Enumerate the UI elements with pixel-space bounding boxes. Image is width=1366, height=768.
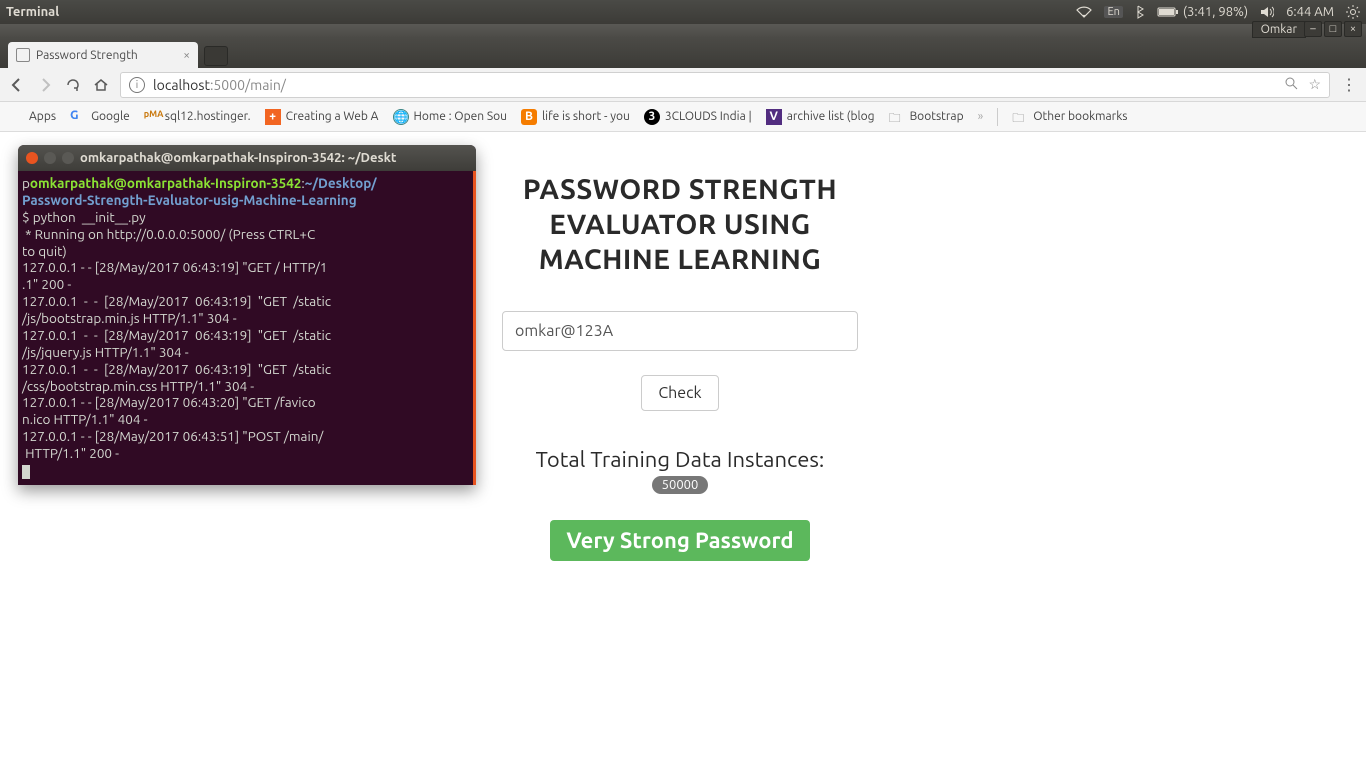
reload-button[interactable] — [64, 76, 82, 94]
bookmark-bootstrap-folder[interactable]: 🗀Bootstrap — [889, 109, 964, 125]
training-data-label: Total Training Data Instances: — [495, 447, 865, 472]
zoom-icon[interactable] — [1284, 76, 1298, 93]
term-line: /css/bootstrap.min.css HTTP/1.1" 304 - — [22, 378, 254, 394]
term-line: $ python __init__.py — [22, 209, 146, 225]
tab-close-icon[interactable]: × — [183, 49, 190, 62]
password-app: PASSWORD STRENGTH EVALUATOR USING MACHIN… — [495, 172, 865, 561]
term-line: 127.0.0.1 - - [28/May/2017 06:43:19] "GE… — [22, 327, 331, 343]
window-titlebar: Omkar – □ × — [0, 24, 1366, 38]
term-line: 127.0.0.1 - - [28/May/2017 06:43:19] "GE… — [22, 361, 331, 377]
term-line: 127.0.0.1 - - [28/May/2017 06:43:20] "GE… — [22, 394, 316, 410]
home-button[interactable] — [92, 76, 110, 94]
term-line: HTTP/1.1" 200 - — [22, 445, 119, 461]
term-line: to quit) — [22, 243, 67, 259]
gear-icon[interactable] — [1346, 5, 1360, 19]
bookmark-overflow[interactable]: » — [978, 110, 984, 123]
other-bookmarks[interactable]: 🗀Other bookmarks — [1012, 109, 1127, 125]
clock[interactable]: 6:44 AM — [1286, 5, 1334, 19]
star-icon[interactable]: ☆ — [1308, 76, 1321, 93]
term-line: 127.0.0.1 - - [28/May/2017 06:43:51] "PO… — [22, 428, 323, 444]
password-input[interactable] — [502, 311, 858, 351]
url-path: :5000/main/ — [210, 77, 286, 93]
bookmark-apps[interactable]: Apps — [8, 109, 56, 125]
system-indicators: En (3:41, 98%) 6:44 AM — [1076, 5, 1360, 19]
term-max-icon[interactable] — [62, 152, 74, 164]
term-line: .1" 200 - — [22, 276, 71, 292]
window-minimize[interactable]: – — [1304, 21, 1322, 37]
window-close[interactable]: × — [1344, 21, 1362, 37]
window-maximize[interactable]: □ — [1324, 21, 1342, 37]
term-min-icon[interactable] — [44, 152, 56, 164]
strength-result: Very Strong Password — [550, 520, 809, 561]
training-data-value: 50000 — [652, 476, 709, 494]
browser-tab[interactable]: Password Strength × — [8, 42, 198, 68]
wifi-icon[interactable] — [1076, 6, 1092, 18]
bookmarks-bar: Apps GGoogle pMAsql12.hostinger. +Creati… — [0, 102, 1366, 132]
term-line: * Running on http://0.0.0.0:5000/ (Press… — [22, 226, 315, 242]
tab-title: Password Strength — [36, 49, 138, 62]
bookmark-google[interactable]: GGoogle — [70, 109, 130, 125]
volume-icon[interactable] — [1260, 6, 1274, 18]
active-app-title[interactable]: Terminal — [6, 5, 59, 19]
terminal-window[interactable]: omkarpathak@omkarpathak-Inspiron-3542: ~… — [18, 145, 476, 485]
bookmark-3clouds[interactable]: 33CLOUDS India | — [644, 109, 752, 125]
tab-strip: Password Strength × — [0, 38, 1366, 68]
new-tab-button[interactable] — [204, 46, 228, 66]
bookmark-archive-list[interactable]: Varchive list (blog — [766, 109, 875, 125]
bookmark-creating-web[interactable]: +Creating a Web A — [265, 109, 379, 125]
url-host: localhost — [153, 77, 210, 93]
term-line: 127.0.0.1 - - [28/May/2017 06:43:19] "GE… — [22, 293, 331, 309]
bookmark-life-short[interactable]: Blife is short - you — [521, 109, 630, 125]
terminal-cursor — [22, 465, 30, 479]
browser-toolbar: i localhost:5000/main/ ☆ ⋮ — [0, 68, 1366, 102]
terminal-body[interactable]: pomkarpathak@omkarpathak-Inspiron-3542:~… — [18, 171, 476, 485]
term-line: 127.0.0.1 - - [28/May/2017 06:43:19] "GE… — [22, 259, 327, 275]
bookmark-divider — [997, 108, 998, 126]
menu-icon[interactable]: ⋮ — [1340, 76, 1358, 94]
back-button[interactable] — [8, 76, 26, 94]
term-line: n.ico HTTP/1.1" 404 - — [22, 411, 147, 427]
terminal-title-text: omkarpathak@omkarpathak-Inspiron-3542: ~… — [80, 151, 396, 165]
battery-indicator[interactable]: (3:41, 98%) — [1157, 5, 1248, 19]
term-close-icon[interactable] — [26, 152, 38, 164]
check-button[interactable]: Check — [641, 375, 718, 411]
chrome-profile[interactable]: Omkar — [1252, 21, 1306, 38]
terminal-titlebar[interactable]: omkarpathak@omkarpathak-Inspiron-3542: ~… — [18, 145, 476, 171]
site-info-icon[interactable]: i — [129, 77, 145, 93]
app-title: PASSWORD STRENGTH EVALUATOR USING MACHIN… — [495, 172, 865, 277]
bluetooth-icon[interactable] — [1135, 5, 1145, 19]
keyboard-lang[interactable]: En — [1104, 6, 1122, 18]
bookmark-sql12[interactable]: pMAsql12.hostinger. — [144, 109, 251, 125]
bookmark-home-opensource[interactable]: 🌐Home : Open Sou — [393, 109, 508, 125]
term-line: /js/jquery.js HTTP/1.1" 304 - — [22, 344, 189, 360]
os-menubar: Terminal En (3:41, 98%) 6:44 AM — [0, 0, 1366, 24]
term-line: /js/bootstrap.min.js HTTP/1.1" 304 - — [22, 310, 237, 326]
address-bar[interactable]: i localhost:5000/main/ ☆ — [120, 72, 1330, 98]
forward-button[interactable] — [36, 76, 54, 94]
